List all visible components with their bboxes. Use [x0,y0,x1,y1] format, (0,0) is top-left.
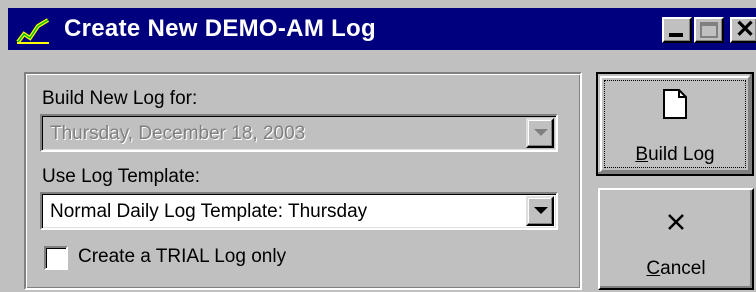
dialog-window: Create New DEMO-AM Log ✕ Build New Log f… [0,0,756,292]
template-dropdown-button[interactable] [526,196,554,226]
chevron-down-icon [534,129,548,136]
template-label: Use Log Template: [42,166,201,187]
x-icon [668,214,684,230]
close-icon: ✕ [735,16,756,43]
build-for-dropdown-button [526,118,554,148]
chart-app-icon [16,16,50,44]
template-value: Normal Daily Log Template: Thursday [50,201,368,222]
build-for-date-value: Thursday, December 18, 2003 [50,123,306,144]
close-button[interactable]: ✕ [730,17,756,43]
maximize-button [694,17,724,43]
maximize-icon [700,22,718,38]
build-for-date-combo: Thursday, December 18, 2003 [40,114,558,152]
build-log-button[interactable]: Build Log [596,72,754,176]
template-combo[interactable]: Normal Daily Log Template: Thursday [40,192,558,230]
window-title: Create New DEMO-AM Log [64,15,376,42]
cancel-label: Cancel [646,258,706,279]
build-for-label: Build New Log for: [42,88,198,109]
title-bar[interactable]: Create New DEMO-AM Log ✕ [8,8,756,50]
build-log-label: Build Log [635,144,715,165]
trial-log-checkbox[interactable] [44,246,68,270]
chevron-down-icon [534,207,548,214]
minimize-button[interactable] [662,17,692,43]
trial-log-label[interactable]: Create a TRIAL Log only [78,246,286,268]
minimize-icon [669,33,683,37]
document-icon [663,89,687,119]
cancel-button[interactable]: Cancel [598,188,754,290]
